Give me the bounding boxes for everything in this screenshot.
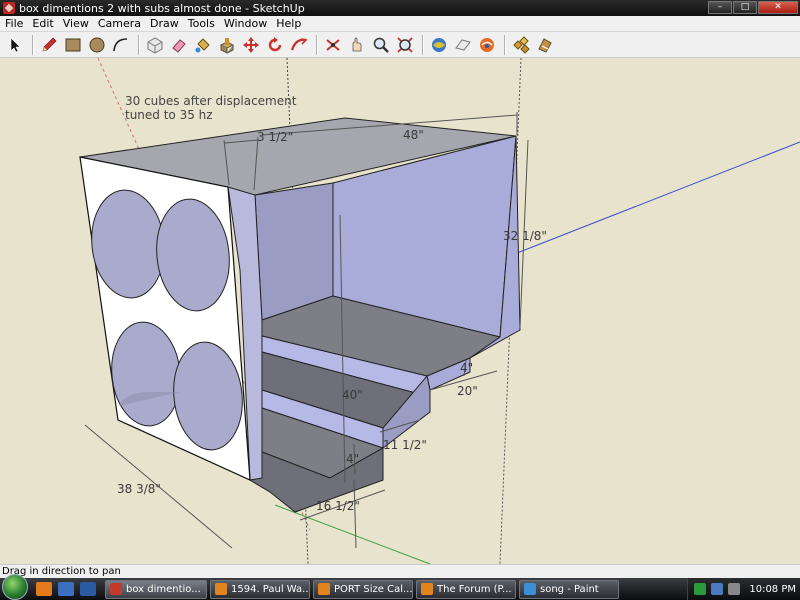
menu-tools[interactable]: Tools: [183, 17, 219, 30]
clock[interactable]: 10:08 PM: [749, 584, 796, 595]
dimension-label-38-3-8: 38 3/8": [117, 482, 161, 496]
sketchup-task-icon: [110, 583, 122, 595]
pencil-tool-icon[interactable]: [38, 34, 60, 56]
dimension-label-40: 40": [342, 388, 363, 402]
status-bar: Drag in direction to pan: [0, 564, 800, 578]
green-axis-line: [274, 504, 431, 564]
menu-view[interactable]: View: [58, 17, 93, 30]
title-bar: box dimentions 2 with subs almost done -…: [0, 0, 800, 16]
follow-me-icon[interactable]: [288, 34, 310, 56]
dimension-label-16-1-2: 16 1/2": [316, 499, 360, 513]
task-label: PORT Size Cal...: [334, 583, 413, 595]
task-label: box dimentio...: [126, 583, 201, 595]
menu-bar: File Edit View Camera Draw Tools Window …: [0, 16, 800, 32]
offset-tool-icon[interactable]: [322, 34, 344, 56]
dimension-label-20: 20": [457, 384, 478, 398]
taskbar-item-browser-3[interactable]: The Forum (P...: [416, 579, 516, 599]
quick-launch: [36, 582, 102, 596]
minimize-button[interactable]: –: [708, 1, 732, 14]
main-toolbar: [0, 32, 800, 58]
dimension-label-3-1-2: 3 1/2": [257, 130, 294, 144]
toolbar-separator: [32, 34, 34, 55]
firefox-task-icon: [215, 583, 227, 595]
window-title: box dimentions 2 with subs almost done -…: [19, 1, 305, 15]
volume-icon[interactable]: [728, 583, 741, 595]
taskbar-item-browser-1[interactable]: 1594. Paul Wa...: [210, 579, 310, 599]
toolbar-separator: [316, 34, 318, 55]
menu-window[interactable]: Window: [219, 17, 271, 30]
zoom-tool-icon[interactable]: [394, 34, 416, 56]
start-button[interactable]: [2, 574, 28, 600]
dimension-label-4-upper: 4": [460, 361, 474, 375]
eraser-tool-icon[interactable]: [168, 34, 190, 56]
toolbar-separator: [422, 34, 424, 55]
show-desktop-icon[interactable]: [58, 582, 74, 596]
get-models-icon[interactable]: [452, 34, 474, 56]
paint-bucket-icon[interactable]: [192, 34, 214, 56]
menu-help[interactable]: Help: [271, 17, 305, 30]
blue-axis-line: [511, 141, 800, 256]
taskbar-item-paint[interactable]: song - Paint: [519, 579, 619, 599]
window-controls: – □ ✕: [707, 1, 798, 15]
pan-tool-icon[interactable]: [370, 34, 392, 56]
menu-file[interactable]: File: [0, 17, 27, 30]
circle-tool-icon[interactable]: [86, 34, 108, 56]
select-tool-icon[interactable]: [4, 34, 26, 56]
rotate-tool-icon[interactable]: [264, 34, 286, 56]
maximize-button[interactable]: □: [733, 1, 757, 14]
move-tool-icon[interactable]: [240, 34, 262, 56]
google-earth-icon[interactable]: [476, 34, 498, 56]
menu-edit[interactable]: Edit: [27, 17, 57, 30]
dimension-label-32-1-8: 32 1/8": [503, 229, 547, 243]
dimension-label-4-lower: 4": [346, 452, 360, 466]
push-pull-icon[interactable]: [216, 34, 238, 56]
firefox-task-icon: [318, 583, 330, 595]
paint-task-icon: [524, 583, 536, 595]
windows-taskbar: box dimentio... 1594. Paul Wa... PORT Si…: [0, 574, 800, 600]
menu-camera[interactable]: Camera: [93, 17, 145, 30]
dimension-label-48: 48": [403, 128, 424, 142]
arc-tool-icon[interactable]: [110, 34, 132, 56]
toolbar-separator: [138, 34, 140, 55]
tray-app-icon[interactable]: [694, 583, 707, 595]
taskbar-item-browser-2[interactable]: PORT Size Cal...: [313, 579, 413, 599]
task-label: The Forum (P...: [437, 583, 512, 595]
close-button[interactable]: ✕: [758, 1, 798, 14]
firefox-task-icon: [421, 583, 433, 595]
switch-windows-icon[interactable]: [80, 582, 96, 596]
sketchup-app-icon[interactable]: [3, 2, 15, 14]
drawing-canvas[interactable]: 30 cubes after displacement tuned to 35 …: [0, 58, 800, 564]
make-component-icon[interactable]: [144, 34, 166, 56]
model-note: 30 cubes after displacement tuned to 35 …: [125, 94, 296, 122]
materials-icon[interactable]: [534, 34, 556, 56]
task-label: 1594. Paul Wa...: [231, 583, 310, 595]
components-icon[interactable]: [510, 34, 532, 56]
system-tray: 10:08 PM: [687, 578, 800, 600]
menu-draw[interactable]: Draw: [145, 17, 183, 30]
toolbar-separator: [504, 34, 506, 55]
zoom-extents-icon[interactable]: [428, 34, 450, 56]
orbit-tool-icon[interactable]: [346, 34, 368, 56]
firefox-icon[interactable]: [36, 582, 52, 596]
note-line-1: 30 cubes after displacement: [125, 94, 297, 108]
note-line-2: tuned to 35 hz: [125, 108, 213, 122]
dimension-label-11-1-2: 11 1/2": [383, 438, 427, 452]
taskbar-item-sketchup[interactable]: box dimentio...: [105, 579, 207, 599]
rectangle-tool-icon[interactable]: [62, 34, 84, 56]
task-label: song - Paint: [540, 583, 599, 595]
network-icon[interactable]: [711, 583, 724, 595]
